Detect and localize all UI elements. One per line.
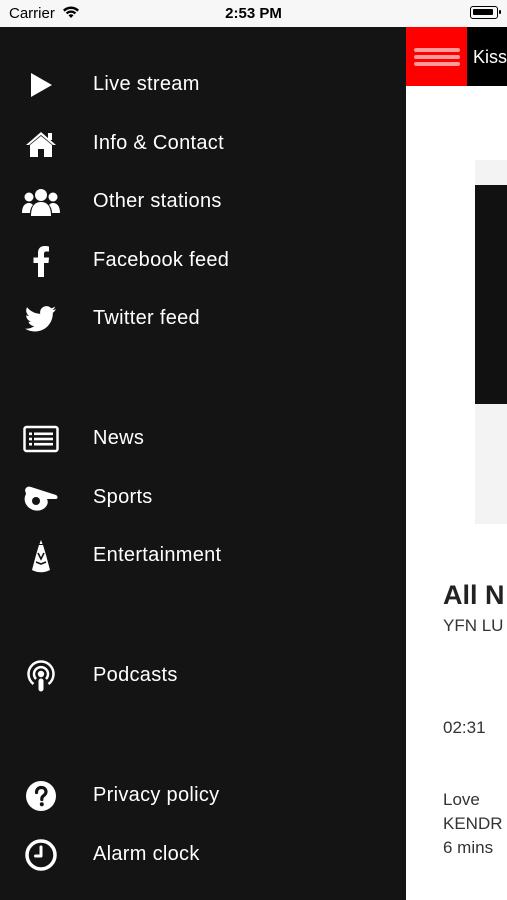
hamburger-line-icon xyxy=(414,55,460,59)
menu-item-label: Privacy policy xyxy=(93,784,220,806)
album-art xyxy=(475,185,507,404)
battery-icon xyxy=(470,6,501,19)
podcast-icon xyxy=(22,660,60,692)
now-playing-duration: 02:31 xyxy=(443,718,486,737)
menu-item-label: Other stations xyxy=(93,190,222,212)
clock-icon xyxy=(22,839,60,871)
twitter-icon xyxy=(22,303,60,335)
menu-toggle-button[interactable] xyxy=(406,27,467,86)
whistle-icon xyxy=(22,482,60,514)
menu-item-live-stream[interactable]: Live stream xyxy=(0,61,406,109)
menu-item-label: Info & Contact xyxy=(93,132,224,154)
entertainment-icon xyxy=(22,540,60,573)
status-bar: Carrier 2:53 PM xyxy=(0,0,507,27)
hamburger-line-icon xyxy=(414,62,460,66)
status-time: 2:53 PM xyxy=(225,5,282,22)
menu-item-label: Podcasts xyxy=(93,664,178,686)
menu-item-podcasts[interactable]: Podcasts xyxy=(0,652,406,700)
recent-track-time: 6 mins xyxy=(443,838,494,857)
now-playing-title: All N xyxy=(443,580,505,610)
menu-item-label: Alarm clock xyxy=(93,843,200,865)
menu-item-news[interactable]: News xyxy=(0,415,406,463)
navigation-drawer: Live stream Info & Contact Other station… xyxy=(0,27,406,900)
home-icon xyxy=(22,128,60,160)
menu-item-info-contact[interactable]: Info & Contact xyxy=(0,120,406,168)
menu-item-sports[interactable]: Sports xyxy=(0,474,406,522)
menu-item-label: News xyxy=(93,427,145,449)
menu-item-entertainment[interactable]: Entertainment xyxy=(0,532,406,580)
now-playing-artist: YFN LU xyxy=(443,616,504,635)
menu-item-alarm-clock[interactable]: Alarm clock xyxy=(0,831,406,879)
menu-item-label: Sports xyxy=(93,486,153,508)
menu-item-privacy-policy[interactable]: Privacy policy xyxy=(0,772,406,820)
menu-item-label: Facebook feed xyxy=(93,249,230,271)
facebook-icon xyxy=(22,245,60,277)
menu-item-twitter-feed[interactable]: Twitter feed xyxy=(0,295,406,343)
menu-item-label: Live stream xyxy=(93,73,200,95)
play-icon xyxy=(22,69,60,101)
hamburger-line-icon xyxy=(414,48,460,52)
menu-item-label: Entertainment xyxy=(93,544,222,566)
recent-track-artist: KENDR xyxy=(443,814,503,833)
question-icon xyxy=(22,780,60,812)
menu-item-facebook-feed[interactable]: Facebook feed xyxy=(0,237,406,285)
newspaper-icon xyxy=(22,423,60,455)
recent-track-title: Love xyxy=(443,790,480,809)
users-icon xyxy=(22,186,60,218)
menu-item-label: Twitter feed xyxy=(93,307,200,329)
station-title: Kiss xyxy=(473,47,507,67)
main-content: Kiss All N YFN LU 02:31 Love KENDR 6 min… xyxy=(406,27,507,900)
menu-item-other-stations[interactable]: Other stations xyxy=(0,178,406,226)
